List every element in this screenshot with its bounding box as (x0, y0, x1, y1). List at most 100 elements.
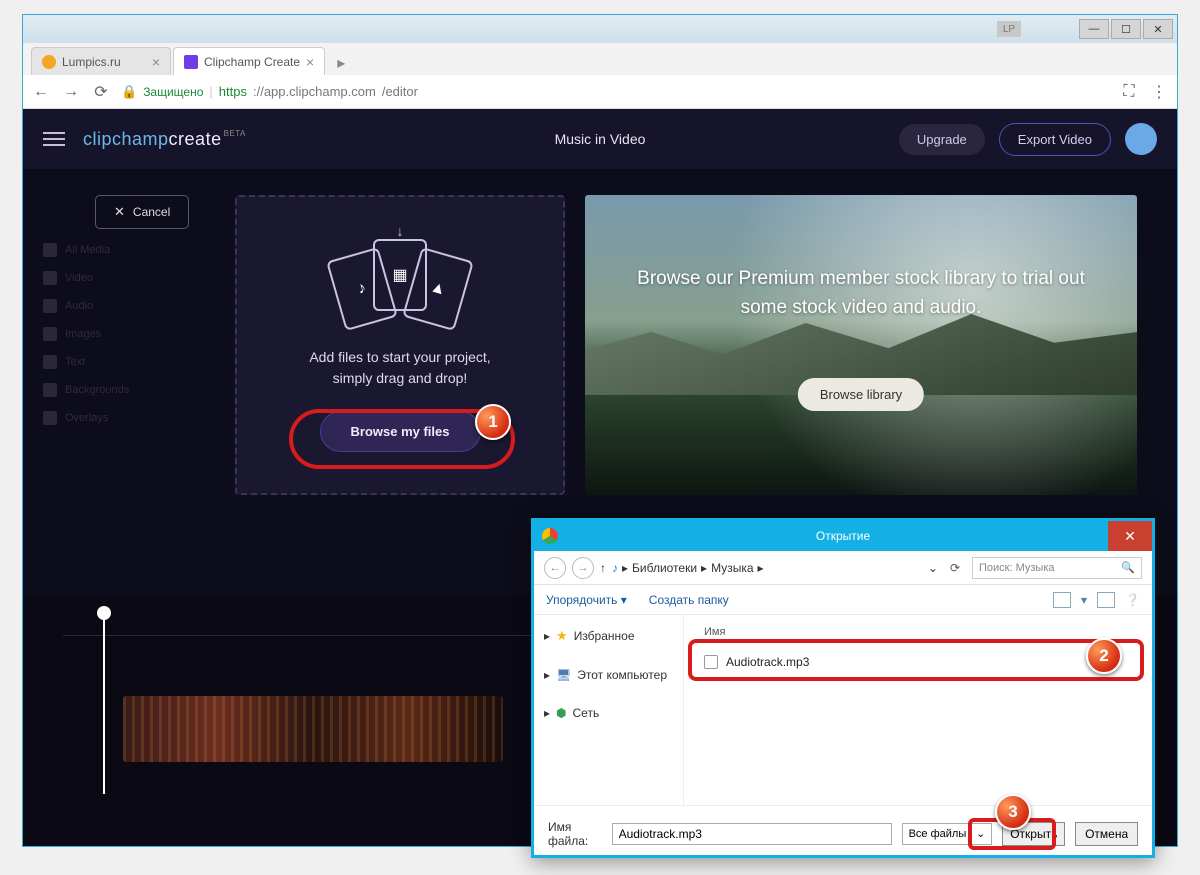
filename-input[interactable] (612, 823, 892, 845)
tree-this-pc[interactable]: ▸🖥Этот компьютер (542, 663, 675, 687)
overlay-icon (43, 411, 57, 425)
upgrade-button[interactable]: Upgrade (899, 124, 985, 155)
help-icon[interactable]: ❔ (1125, 593, 1140, 607)
timeline-clip[interactable] (123, 696, 503, 762)
bg-icon (43, 383, 57, 397)
menu-icon[interactable]: ⋮ (1149, 82, 1169, 102)
search-icon: 🔍 (1121, 561, 1135, 574)
dialog-footer: Имя файла: Все файлы⌄ Открыть Отмена (534, 805, 1152, 861)
search-input[interactable]: Поиск: Музыка 🔍 (972, 557, 1142, 579)
stock-preview: Browse our Premium member stock library … (585, 195, 1137, 495)
dialog-close-button[interactable]: ✕ (1108, 521, 1152, 551)
avatar[interactable] (1125, 123, 1157, 155)
file-open-dialog: Открытие ✕ ← → ↑ ♪ ▸ Библиотеки ▸ Музыка… (531, 518, 1155, 858)
audio-icon (43, 299, 57, 313)
favicon-icon (42, 55, 56, 69)
callout-1: 1 (475, 404, 511, 440)
folder-tree[interactable]: ▸★Избранное ▸🖥Этот компьютер ▸⬢Сеть (534, 615, 684, 805)
url-input[interactable]: 🔒 Защищено | https://app.clipchamp.com/e… (121, 84, 1109, 100)
sidebar-item[interactable]: Images (43, 327, 215, 341)
organize-menu[interactable]: Упорядочить ▾ (546, 593, 627, 607)
chevron-icon: ▸ (544, 629, 550, 643)
dialog-title: Открытие (816, 529, 870, 543)
export-button[interactable]: Export Video (999, 123, 1111, 156)
new-tab-button[interactable]: ▸ (327, 51, 355, 75)
app-logo: clipchampcreateBETA (83, 129, 246, 150)
music-icon: ♪ (612, 561, 618, 575)
window-minimize[interactable]: — (1079, 19, 1109, 39)
callout-3: 3 (995, 794, 1031, 830)
chrome-icon (542, 528, 558, 544)
filename-label: Имя файла: (548, 820, 602, 848)
back-icon[interactable]: ← (31, 83, 51, 101)
image-icon (43, 327, 57, 341)
url-path: /editor (382, 84, 418, 99)
lock-icon: 🔒 (121, 84, 137, 100)
hamburger-icon[interactable] (43, 132, 65, 146)
dropzone-text: Add files to start your project, simply … (309, 347, 490, 389)
dialog-toolbar: Упорядочить ▾ Создать папку ▾ ❔ (534, 585, 1152, 615)
pc-icon: 🖥 (556, 668, 571, 682)
chevron-icon: ▸ (544, 668, 550, 682)
video-icon (43, 271, 57, 285)
breadcrumb[interactable]: ♪ ▸ Библиотеки ▸ Музыка ▸ (612, 561, 922, 575)
file-list[interactable]: Имя Audiotrack.mp3 (684, 615, 1152, 805)
sidebar-item[interactable]: Video (43, 271, 215, 285)
media-icon (43, 243, 57, 257)
translate-icon[interactable]: ⛶ (1119, 83, 1139, 101)
refresh-icon[interactable]: ⟳ (944, 561, 966, 575)
chevron-icon: ▸ (544, 706, 550, 720)
tab-clipchamp[interactable]: Clipchamp Create × (173, 47, 325, 75)
url-host: ://app.clipchamp.com (253, 84, 376, 99)
playhead[interactable] (103, 614, 105, 794)
dropdown-icon[interactable]: ⌄ (928, 561, 938, 575)
tree-favorites[interactable]: ▸★Избранное (542, 623, 675, 649)
sidebar-item[interactable]: Overlays (43, 411, 215, 425)
window-maximize[interactable]: ☐ (1111, 19, 1141, 39)
reload-icon[interactable]: ⟳ (91, 82, 111, 102)
tree-network[interactable]: ▸⬢Сеть (542, 701, 675, 725)
dialog-titlebar: Открытие ✕ (534, 521, 1152, 551)
tab-label: Lumpics.ru (62, 55, 121, 69)
favicon-icon (184, 55, 198, 69)
media-cards-icon: ↓ ♪ ▦ ▲ (335, 239, 465, 329)
close-icon[interactable]: × (152, 54, 160, 70)
nav-forward-icon[interactable]: → (572, 557, 594, 579)
project-title[interactable]: Music in Video (555, 131, 646, 147)
sidebar-item[interactable]: Audio (43, 299, 215, 313)
window-close[interactable]: ✕ (1143, 19, 1173, 39)
tab-label: Clipchamp Create (204, 55, 300, 69)
dropzone-panel[interactable]: ↓ ♪ ▦ ▲ Add files to start your project,… (235, 195, 565, 495)
browser-tabs: Lumpics.ru × Clipchamp Create × ▸ (23, 43, 1177, 75)
preview-pane-icon[interactable] (1097, 592, 1115, 608)
sidebar-item[interactable]: All Media (43, 243, 215, 257)
sidebar: All Media Video Audio Images Text Backgr… (35, 243, 215, 425)
dialog-nav: ← → ↑ ♪ ▸ Библиотеки ▸ Музыка ▸ ⌄ ⟳ Поис… (534, 551, 1152, 585)
cancel-button[interactable]: ✕ Cancel (95, 195, 189, 229)
annotation-highlight (688, 639, 1144, 681)
cancel-button[interactable]: Отмена (1075, 822, 1138, 846)
close-icon: ✕ (114, 204, 125, 220)
star-icon: ★ (556, 628, 568, 644)
new-folder-button[interactable]: Создать папку (649, 593, 729, 607)
sidebar-item[interactable]: Text (43, 355, 215, 369)
preview-text: Browse our Premium member stock library … (585, 265, 1137, 322)
secure-label: Защищено (143, 85, 203, 99)
forward-icon[interactable]: → (61, 83, 81, 101)
app-header: clipchampcreateBETA Music in Video Upgra… (23, 109, 1177, 169)
url-proto: https (219, 84, 247, 99)
nav-up-icon[interactable]: ↑ (600, 561, 606, 575)
nav-back-icon[interactable]: ← (544, 557, 566, 579)
sidebar-item[interactable]: Backgrounds (43, 383, 215, 397)
window-titlebar: LP — ☐ ✕ (23, 15, 1177, 43)
close-icon[interactable]: × (306, 54, 314, 70)
view-icon[interactable] (1053, 592, 1071, 608)
browse-library-button[interactable]: Browse library (798, 378, 924, 411)
tab-lumpics[interactable]: Lumpics.ru × (31, 47, 171, 75)
address-bar: ← → ⟳ 🔒 Защищено | https://app.clipchamp… (23, 75, 1177, 109)
network-icon: ⬢ (556, 706, 566, 720)
cancel-label: Cancel (133, 205, 170, 219)
callout-2: 2 (1086, 638, 1122, 674)
text-icon (43, 355, 57, 369)
lp-badge: LP (997, 21, 1021, 37)
